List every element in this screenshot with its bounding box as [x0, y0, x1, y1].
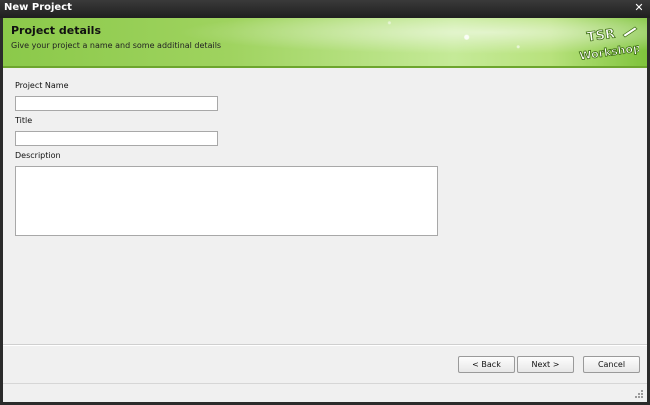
title-label: Title [15, 116, 33, 125]
wizard-header: Project details Give your project a name… [3, 18, 647, 66]
title-bar[interactable]: New Project ✕ [0, 0, 650, 18]
new-project-window: New Project ✕ Project details Give your … [0, 0, 650, 405]
resize-grip-icon[interactable] [634, 389, 644, 399]
status-bar-divider [3, 383, 647, 384]
close-icon[interactable]: ✕ [633, 2, 645, 14]
back-button[interactable]: < Back [458, 356, 515, 373]
logo-line1: TSR [586, 27, 616, 46]
header-title: Project details [11, 24, 101, 37]
dialog-body: Project details Give your project a name… [3, 18, 647, 402]
header-divider [3, 66, 647, 68]
window-title: New Project [4, 2, 72, 13]
cancel-button[interactable]: Cancel [583, 356, 640, 373]
project-name-label: Project Name [15, 81, 69, 90]
header-subtitle: Give your project a name and some additi… [11, 41, 222, 50]
description-label: Description [15, 151, 61, 160]
next-button[interactable]: Next > [517, 356, 574, 373]
tsr-workshop-logo: TSR Workshop [578, 26, 639, 61]
title-input[interactable] [15, 131, 218, 146]
project-name-input[interactable] [15, 96, 218, 111]
description-textarea[interactable] [15, 166, 438, 236]
footer-divider-highlight [3, 345, 647, 346]
